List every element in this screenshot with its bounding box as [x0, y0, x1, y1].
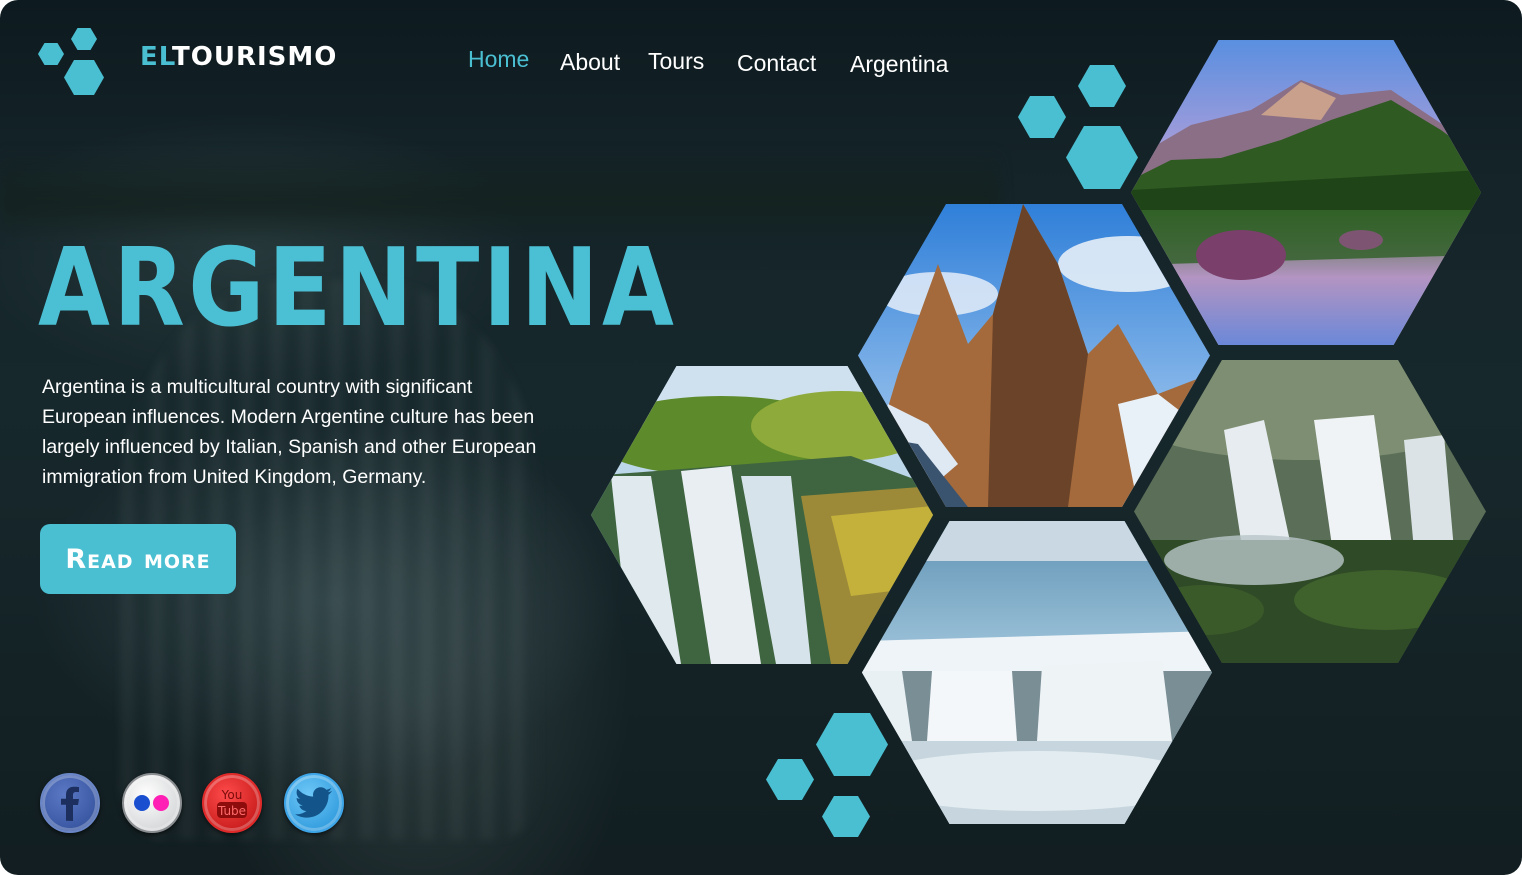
decorative-hexagon: [1066, 126, 1138, 189]
waterfall-river-photo[interactable]: [862, 521, 1212, 824]
decorative-hexagon: [822, 796, 870, 837]
mountain-peaks-photo[interactable]: [858, 204, 1210, 507]
brand-prefix: El: [140, 42, 173, 72]
youtube-icon-text-top: You: [221, 788, 243, 802]
nav-contact[interactable]: Contact: [737, 50, 816, 86]
brand-suffix: TOURISMO: [172, 42, 338, 72]
facebook-icon[interactable]: [40, 773, 100, 833]
hero-description: Argentina is a multicultural country wit…: [42, 376, 537, 488]
mountain-lake-photo[interactable]: [1131, 40, 1481, 345]
flickr-icon[interactable]: [122, 773, 182, 833]
youtube-icon-text-bottom: Tube: [217, 804, 246, 818]
brand-name[interactable]: ElTOURISMO: [140, 42, 337, 78]
hero-title: ARGENTINA: [38, 226, 678, 351]
decorative-hexagon: [816, 713, 888, 776]
nav-about[interactable]: About: [560, 49, 620, 85]
page-background: ElTOURISMO Home About Tours Contact Arge…: [0, 0, 1522, 875]
nav-tours[interactable]: Tours: [648, 48, 704, 84]
hexagon-logo-icon[interactable]: [38, 26, 108, 98]
read-more-label: Read more: [65, 543, 211, 575]
decorative-hexagon: [1078, 65, 1126, 107]
nav-argentina[interactable]: Argentina: [850, 51, 948, 87]
youtube-icon[interactable]: You Tube: [202, 773, 262, 833]
decorative-hexagon: [1018, 96, 1066, 138]
read-more-button[interactable]: Read more: [40, 524, 236, 594]
waterfall-jungle-photo[interactable]: [591, 366, 933, 664]
waterfall-forest-photo[interactable]: [1134, 360, 1486, 663]
twitter-icon[interactable]: [284, 773, 344, 833]
decorative-hexagon: [766, 759, 814, 800]
nav-home[interactable]: Home: [468, 46, 529, 82]
